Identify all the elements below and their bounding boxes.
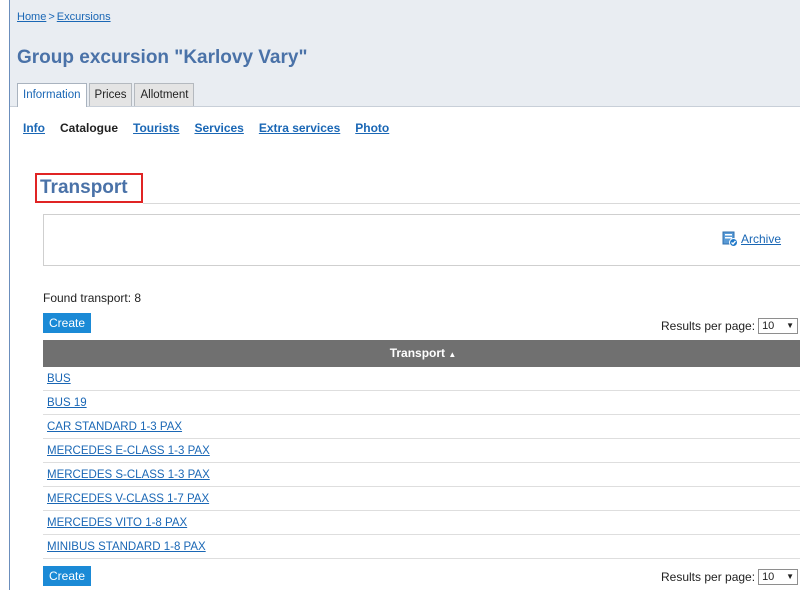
table-row: MERCEDES E-CLASS 1-3 PAX <box>43 439 800 463</box>
tab-prices[interactable]: Prices <box>88 83 133 106</box>
chevron-down-icon: ▼ <box>786 321 795 330</box>
breadcrumb: Home > Excursions <box>17 11 111 23</box>
table-row: MERCEDES VITO 1-8 PAX <box>43 511 800 535</box>
transport-link[interactable]: MERCEDES S-CLASS 1-3 PAX <box>47 469 210 481</box>
transport-table: Transport ▲ BUS BUS 19 CAR STANDARD 1-3 … <box>43 340 800 559</box>
results-per-page-label: Results per page: <box>661 319 756 333</box>
transport-link[interactable]: BUS 19 <box>47 397 87 409</box>
archive-link[interactable]: Archive <box>741 232 781 246</box>
table-row: BUS <box>43 367 800 391</box>
table-row: CAR STANDARD 1-3 PAX <box>43 415 800 439</box>
table-row: MERCEDES S-CLASS 1-3 PAX <box>43 463 800 487</box>
create-button-top[interactable]: Create <box>43 313 92 333</box>
section-title: Transport <box>40 177 128 198</box>
table-row: MINIBUS STANDARD 1-8 PAX <box>43 535 800 559</box>
transport-link[interactable]: BUS <box>47 373 71 385</box>
table-header-transport[interactable]: Transport ▲ <box>43 340 800 367</box>
results-per-page-select[interactable]: 10 ▼ <box>758 318 799 334</box>
results-per-page-select[interactable]: 10 ▼ <box>758 569 799 585</box>
section-divider <box>143 203 800 204</box>
sub-navigation: Info Catalogue Tourists Services Extra s… <box>23 121 404 135</box>
results-per-page-bottom: Results per page: 10 ▼ <box>661 569 799 585</box>
section-title-highlight: Transport <box>35 173 143 203</box>
results-per-page-label: Results per page: <box>661 570 756 584</box>
results-per-page-value: 10 <box>762 320 775 332</box>
tab-allotment[interactable]: Allotment <box>134 83 195 106</box>
subnav-photo-link[interactable]: Photo <box>355 121 389 135</box>
page-header: Home > Excursions Group excursion "Karlovy… <box>10 0 800 107</box>
results-per-page-value: 10 <box>762 571 775 583</box>
breadcrumb-home-link[interactable]: Home <box>17 11 46 23</box>
transport-link[interactable]: MERCEDES VITO 1-8 PAX <box>47 517 187 529</box>
archive-icon[interactable] <box>722 231 738 247</box>
table-header-label: Transport <box>389 346 446 360</box>
subnav-catalogue-current: Catalogue <box>60 121 119 135</box>
subnav-tourists-link[interactable]: Tourists <box>133 121 179 135</box>
transport-link[interactable]: MERCEDES E-CLASS 1-3 PAX <box>47 445 210 457</box>
archive-control[interactable]: Archive <box>722 231 781 247</box>
tab-bar: Information Prices Allotment <box>17 83 196 107</box>
breadcrumb-excursions-link[interactable]: Excursions <box>57 11 111 23</box>
transport-link[interactable]: MINIBUS STANDARD 1-8 PAX <box>47 541 206 553</box>
subnav-info-link[interactable]: Info <box>23 121 45 135</box>
subnav-services-link[interactable]: Services <box>194 121 243 135</box>
sort-ascending-icon: ▲ <box>448 350 457 359</box>
transport-link[interactable]: CAR STANDARD 1-3 PAX <box>47 421 182 433</box>
transport-link[interactable]: MERCEDES V-CLASS 1-7 PAX <box>47 493 209 505</box>
breadcrumb-separator: > <box>48 11 55 23</box>
tab-information[interactable]: Information <box>17 83 87 107</box>
create-button-bottom[interactable]: Create <box>43 566 92 586</box>
table-row: MERCEDES V-CLASS 1-7 PAX <box>43 487 800 511</box>
results-per-page-top: Results per page: 10 ▼ <box>661 318 799 334</box>
found-count: Found transport: 8 <box>43 291 142 305</box>
chevron-down-icon: ▼ <box>786 572 795 581</box>
subnav-extra-services-link[interactable]: Extra services <box>259 121 340 135</box>
table-row: BUS 19 <box>43 391 800 415</box>
filter-panel <box>43 214 800 266</box>
page-title: Group excursion "Karlovy Vary" <box>17 47 308 68</box>
